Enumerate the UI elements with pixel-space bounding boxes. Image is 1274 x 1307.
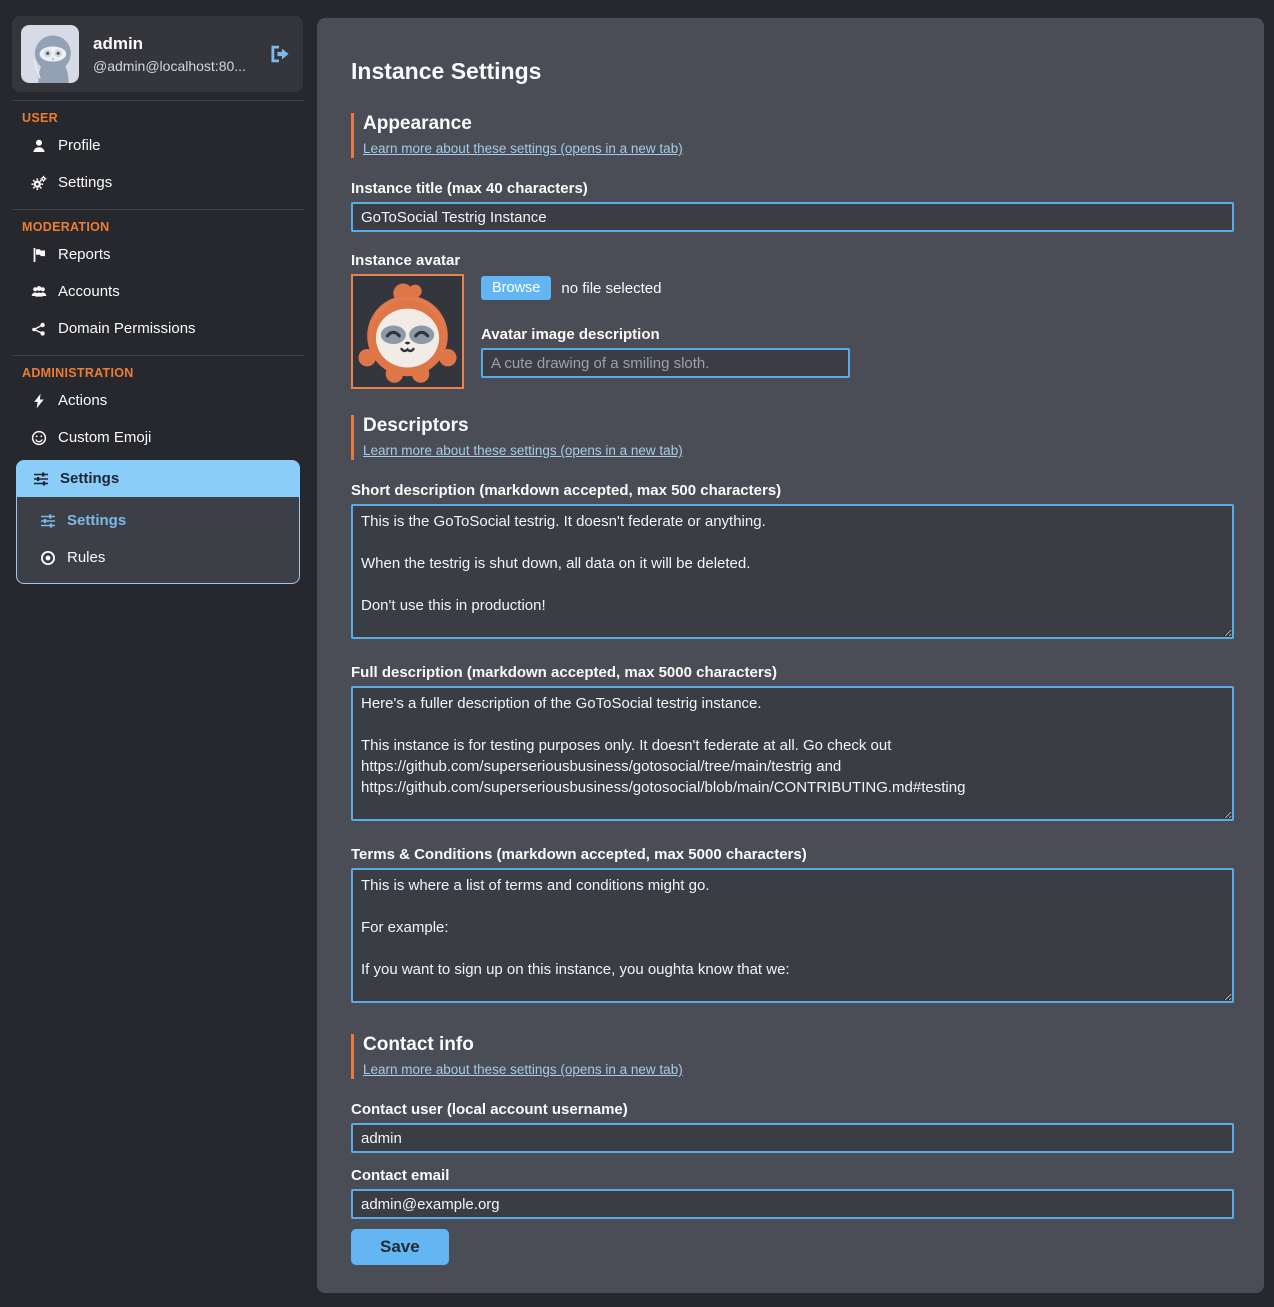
divider	[12, 355, 305, 356]
file-status-text: no file selected	[561, 280, 661, 297]
admin-settings-group: Settings Settings Rules	[16, 460, 300, 584]
settings-submenu: Settings Rules	[16, 497, 300, 584]
divider	[12, 209, 305, 210]
sidebar-item-label: Settings	[60, 470, 119, 487]
sidebar-item-label: Custom Emoji	[58, 429, 151, 446]
section-heading: Descriptors	[363, 415, 1234, 437]
field-terms: Terms & Conditions (markdown accepted, m…	[351, 846, 1234, 1008]
contact-email-label: Contact email	[351, 1167, 1234, 1184]
sidebar-item-label: Settings	[67, 512, 126, 529]
instance-avatar-image	[351, 274, 464, 389]
learn-more-link[interactable]: Learn more about these settings (opens i…	[363, 443, 683, 458]
sidebar: admin @admin@localhost:80... USER Profil…	[0, 0, 317, 584]
instance-title-input[interactable]	[351, 202, 1234, 232]
page-title: Instance Settings	[351, 58, 1234, 85]
main-panel: Instance Settings Appearance Learn more …	[317, 18, 1264, 1293]
browse-button[interactable]: Browse	[481, 276, 551, 300]
field-instance-title: Instance title (max 40 characters)	[351, 180, 1234, 232]
sidebar-item-label: Accounts	[58, 283, 120, 300]
user-handle: @admin@localhost:80...	[93, 58, 246, 74]
section-contact: Contact info Learn more about these sett…	[351, 1034, 1234, 1079]
flag-icon	[30, 247, 47, 263]
full-description-textarea[interactable]: Here's a fuller description of the GoToS…	[351, 686, 1234, 821]
sidebar-item-user-settings[interactable]: Settings	[0, 164, 317, 201]
sidebar-item-reports[interactable]: Reports	[0, 236, 317, 273]
terms-label: Terms & Conditions (markdown accepted, m…	[351, 846, 1234, 863]
avatar-description-input[interactable]	[481, 348, 850, 378]
instance-title-label: Instance title (max 40 characters)	[351, 180, 1234, 197]
users-icon	[30, 284, 47, 300]
learn-more-link[interactable]: Learn more about these settings (opens i…	[363, 1062, 683, 1077]
divider	[12, 100, 305, 101]
sliders-icon	[32, 471, 49, 487]
sidebar-item-profile[interactable]: Profile	[0, 127, 317, 164]
terms-textarea[interactable]: This is where a list of terms and condit…	[351, 868, 1234, 1003]
sloth-drawing-icon	[353, 276, 462, 387]
section-label-administration: ADMINISTRATION	[22, 366, 317, 380]
instance-avatar-label: Instance avatar	[351, 252, 1234, 269]
sidebar-item-label: Profile	[58, 137, 101, 154]
avatar-description-label: Avatar image description	[481, 326, 850, 343]
section-descriptors: Descriptors Learn more about these setti…	[351, 415, 1234, 460]
sidebar-item-domain-permissions[interactable]: Domain Permissions	[0, 310, 317, 347]
sidebar-item-accounts[interactable]: Accounts	[0, 273, 317, 310]
bolt-icon	[30, 393, 47, 409]
user-avatar	[21, 25, 79, 83]
field-contact-email: Contact email	[351, 1167, 1234, 1219]
sign-out-icon[interactable]	[269, 44, 291, 64]
sloth-avatar-icon	[21, 25, 79, 83]
sidebar-subitem-settings[interactable]: Settings	[17, 502, 299, 539]
save-button[interactable]: Save	[351, 1229, 449, 1265]
sidebar-item-label: Rules	[67, 549, 105, 566]
sidebar-item-custom-emoji[interactable]: Custom Emoji	[0, 419, 317, 456]
field-full-description: Full description (markdown accepted, max…	[351, 664, 1234, 826]
sidebar-item-label: Domain Permissions	[58, 320, 196, 337]
sidebar-item-admin-settings[interactable]: Settings	[16, 460, 300, 497]
section-appearance: Appearance Learn more about these settin…	[351, 113, 1234, 158]
user-meta: admin @admin@localhost:80...	[93, 34, 246, 74]
avatar-controls: Browse no file selected Avatar image des…	[481, 274, 1234, 389]
field-instance-avatar: Instance avatar	[351, 252, 1234, 389]
contact-user-input[interactable]	[351, 1123, 1234, 1153]
contact-email-input[interactable]	[351, 1189, 1234, 1219]
page: admin @admin@localhost:80... USER Profil…	[0, 0, 1274, 1307]
field-contact-user: Contact user (local account username)	[351, 1101, 1234, 1153]
full-description-label: Full description (markdown accepted, max…	[351, 664, 1234, 681]
sidebar-item-actions[interactable]: Actions	[0, 382, 317, 419]
sidebar-subitem-rules[interactable]: Rules	[17, 539, 299, 576]
short-description-label: Short description (markdown accepted, ma…	[351, 482, 1234, 499]
smiley-icon	[30, 430, 47, 446]
section-heading: Appearance	[363, 113, 1234, 135]
short-description-textarea[interactable]: This is the GoToSocial testrig. It doesn…	[351, 504, 1234, 639]
gears-icon	[30, 175, 47, 191]
field-short-description: Short description (markdown accepted, ma…	[351, 482, 1234, 644]
section-label-user: USER	[22, 111, 317, 125]
circle-dot-icon	[39, 550, 56, 566]
section-heading: Contact info	[363, 1034, 1234, 1056]
user-card[interactable]: admin @admin@localhost:80...	[12, 16, 303, 92]
sidebar-item-label: Reports	[58, 246, 111, 263]
user-icon	[30, 138, 47, 154]
sliders-icon	[39, 513, 56, 529]
section-label-moderation: MODERATION	[22, 220, 317, 234]
user-name: admin	[93, 34, 246, 54]
contact-user-label: Contact user (local account username)	[351, 1101, 1234, 1118]
sidebar-item-label: Actions	[58, 392, 107, 409]
sidebar-item-label: Settings	[58, 174, 112, 191]
learn-more-link[interactable]: Learn more about these settings (opens i…	[363, 141, 683, 156]
share-nodes-icon	[30, 321, 47, 337]
